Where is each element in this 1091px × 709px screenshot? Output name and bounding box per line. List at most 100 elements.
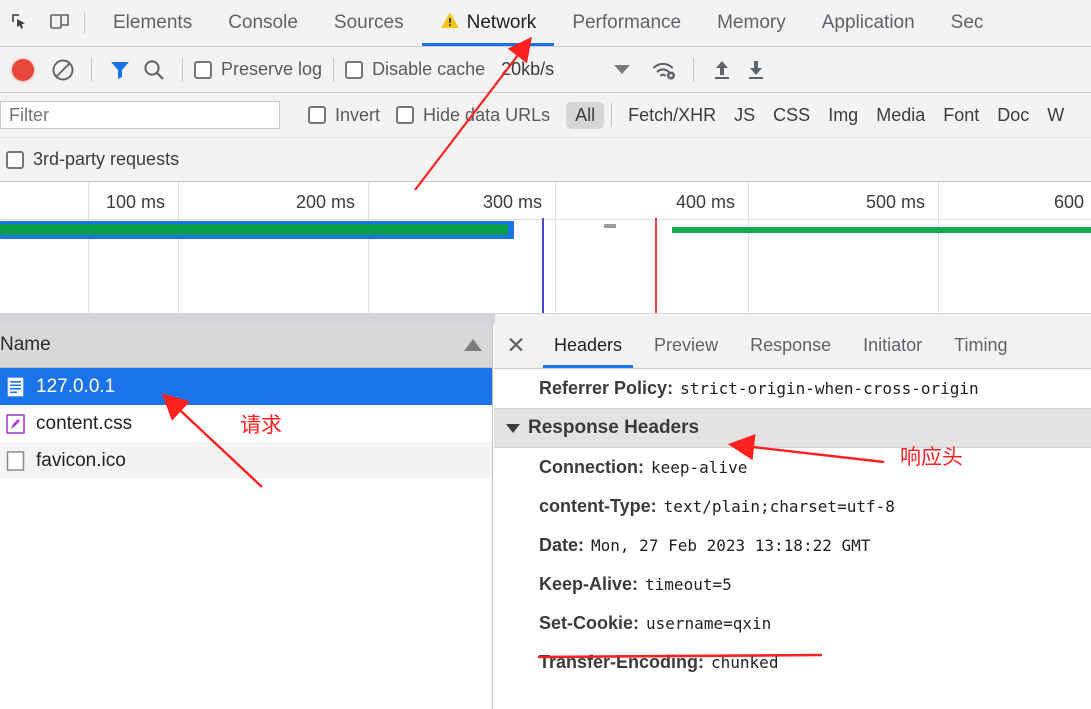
tab-label: Sec — [950, 12, 984, 33]
clear-icon[interactable] — [46, 53, 80, 87]
filter-type-doc[interactable]: Doc — [988, 102, 1038, 129]
warning-triangle-icon — [440, 11, 460, 36]
header-value: keep-alive — [651, 458, 748, 477]
control-divider — [91, 57, 92, 82]
devtools-window: Elements Console Sources Network Perform… — [0, 0, 1091, 709]
filter-type-css[interactable]: CSS — [764, 102, 819, 129]
header-row: Transfer-Encoding: chunked — [494, 643, 1091, 682]
tab-security[interactable]: Sec — [933, 0, 1002, 46]
third-party-requests-checkbox[interactable]: 3rd-party requests — [6, 149, 179, 170]
checkbox-box — [396, 106, 415, 124]
generic-file-icon — [6, 450, 25, 472]
disable-cache-checkbox[interactable]: Disable cache — [345, 59, 485, 80]
overview-tick-label: 600 — [1053, 192, 1084, 212]
tab-timing[interactable]: Timing — [938, 323, 1023, 368]
tab-sources[interactable]: Sources — [316, 0, 422, 46]
header-key: Transfer-Encoding: — [539, 652, 705, 672]
tab-label: Console — [228, 12, 298, 33]
tab-response[interactable]: Response — [734, 323, 847, 368]
filter-type-font[interactable]: Font — [934, 102, 988, 129]
checkbox-label: Invert — [335, 104, 381, 125]
sort-ascending-icon[interactable] — [464, 339, 482, 351]
tab-initiator[interactable]: Initiator — [847, 323, 938, 368]
network-conditions-icon[interactable] — [648, 53, 682, 87]
invert-checkbox[interactable]: Invert — [308, 105, 380, 126]
header-key: Referrer Policy: — [539, 378, 674, 398]
header-value: strict-origin-when-cross-origin — [680, 379, 979, 398]
tab-label: Performance — [572, 12, 682, 33]
throttle-select-value[interactable]: 20kb/s — [501, 59, 554, 80]
tab-elements[interactable]: Elements — [95, 0, 210, 46]
tab-label: Network — [466, 12, 537, 33]
network-overview[interactable]: 100 ms 200 ms 300 ms 400 ms 500 ms 600 — [0, 182, 1091, 313]
filter-icon[interactable] — [103, 53, 137, 87]
checkbox-label: Hide data URLs — [423, 104, 551, 125]
overview-gridline — [178, 182, 179, 313]
overview-tick-label: 500 ms — [865, 192, 925, 212]
load-event-line — [655, 218, 657, 313]
control-divider-4 — [693, 57, 695, 82]
checkbox-box — [6, 150, 24, 169]
toolbar-divider — [84, 12, 85, 34]
tab-performance[interactable]: Performance — [554, 0, 699, 46]
header-key: Date: — [539, 535, 585, 555]
devtools-tabbar: Elements Console Sources Network Perform… — [0, 0, 1091, 47]
details-tabbar: ✕ Headers Preview Response Initiator Tim… — [494, 323, 1091, 369]
request-name: content.css — [36, 412, 133, 434]
search-icon[interactable] — [137, 53, 171, 87]
tab-preview[interactable]: Preview — [638, 323, 734, 368]
request-name: favicon.ico — [36, 449, 126, 471]
checkbox-box — [194, 60, 212, 79]
overview-tick-label: 100 ms — [105, 192, 165, 212]
table-row[interactable]: 127.0.0.1 — [0, 368, 492, 405]
filter-type-js[interactable]: JS — [725, 102, 764, 129]
overview-hscrollbar[interactable] — [0, 313, 1091, 324]
record-button-icon[interactable] — [12, 58, 34, 81]
table-row[interactable]: favicon.ico — [0, 442, 492, 479]
chevron-down-icon[interactable] — [614, 65, 631, 74]
requests-column-header[interactable]: Name — [0, 323, 492, 368]
checkbox-label: Disable cache — [372, 59, 486, 79]
request-details-pane: ✕ Headers Preview Response Initiator Tim… — [494, 323, 1091, 709]
tab-label: Memory — [717, 12, 786, 33]
header-value: username=qxin — [646, 614, 772, 633]
filter-type-media[interactable]: Media — [867, 102, 934, 129]
checkbox-label: Preserve log — [221, 59, 323, 79]
tab-memory[interactable]: Memory — [699, 0, 804, 46]
tab-label: Elements — [113, 12, 193, 33]
filter-type-ws[interactable]: W — [1038, 102, 1073, 129]
overview-ruler-line — [0, 219, 1091, 220]
header-key: Keep-Alive: — [539, 574, 639, 594]
import-har-icon[interactable] — [705, 53, 739, 87]
preserve-log-checkbox[interactable]: Preserve log — [194, 59, 322, 80]
filter-type-img[interactable]: Img — [819, 102, 867, 129]
control-divider-3 — [333, 57, 335, 82]
request-name: 127.0.0.1 — [36, 375, 116, 397]
overview-request-bar-2 — [672, 227, 1091, 233]
document-icon — [6, 375, 25, 398]
checkbox-box — [308, 106, 326, 124]
hide-data-urls-checkbox[interactable]: Hide data URLs — [396, 105, 550, 126]
header-value: Mon, 27 Feb 2023 13:18:22 GMT — [591, 536, 871, 555]
tab-label: Sources — [333, 12, 404, 33]
tab-console[interactable]: Console — [210, 0, 316, 46]
dom-content-loaded-line — [542, 218, 544, 313]
inspect-element-icon[interactable] — [0, 0, 40, 46]
header-key: content-Type: — [539, 496, 657, 516]
device-toolbar-icon[interactable] — [40, 0, 80, 46]
filter-type-fetch-xhr[interactable]: Fetch/XHR — [619, 102, 725, 129]
filter-input[interactable] — [0, 101, 280, 129]
response-headers-section-title[interactable]: Response Headers — [494, 408, 1091, 448]
filter-divider — [611, 103, 613, 127]
tab-headers[interactable]: Headers — [538, 323, 638, 368]
export-har-icon[interactable] — [739, 53, 773, 87]
close-icon[interactable]: ✕ — [494, 323, 538, 368]
filter-type-all[interactable]: All — [566, 101, 605, 129]
tab-network[interactable]: Network — [421, 0, 555, 46]
tab-application[interactable]: Application — [804, 0, 933, 46]
overview-gridline — [938, 182, 939, 313]
chevron-down-icon[interactable] — [506, 423, 520, 433]
overview-tick-label: 300 ms — [482, 192, 542, 212]
overview-gridline — [748, 182, 749, 313]
tab-label: Application — [821, 12, 915, 33]
